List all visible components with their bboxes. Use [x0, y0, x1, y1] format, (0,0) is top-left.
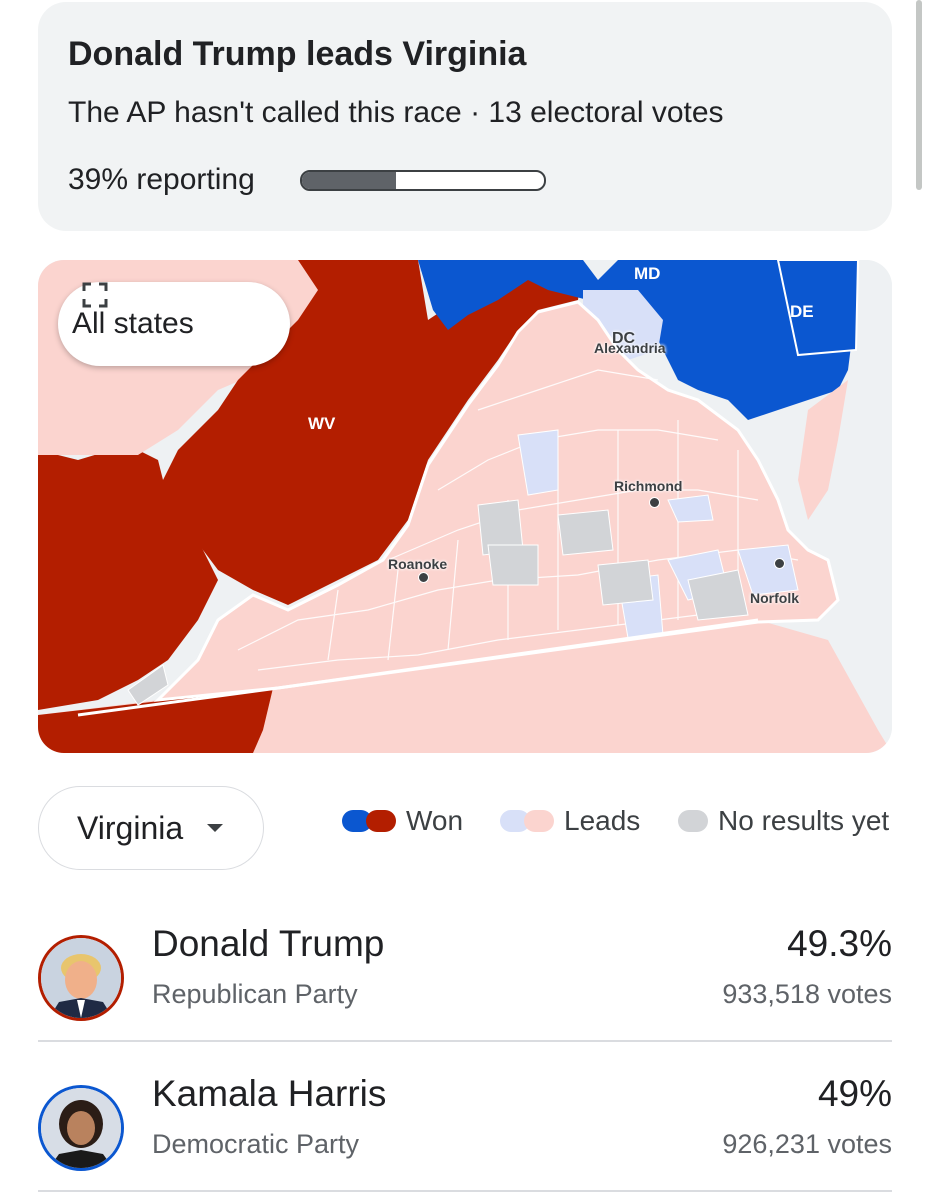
roanoke-marker	[418, 572, 429, 583]
state-label-de: DE	[790, 302, 814, 321]
expand-icon	[82, 282, 108, 308]
won-rep-swatch	[366, 810, 396, 832]
results-map[interactable]: All states WV MD DE DC Alexandria Richmo…	[38, 260, 892, 753]
race-summary-card: Donald Trump leads Virginia The AP hasn'…	[38, 2, 892, 231]
all-states-label: All states	[72, 307, 194, 340]
reporting-progress-bar	[300, 170, 546, 191]
leads-rep-swatch	[524, 810, 554, 832]
race-title: Donald Trump leads Virginia	[68, 35, 527, 73]
chevron-down-icon	[207, 824, 224, 832]
state-selector-value: Virginia	[77, 809, 184, 846]
legend-no-results: No results yet	[678, 805, 890, 836]
no-results-swatch	[678, 810, 708, 832]
avatar	[38, 1085, 124, 1171]
candidate-row-harris[interactable]: Kamala Harris Democratic Party 49% 926,2…	[38, 1073, 892, 1193]
candidate-name: Kamala Harris	[152, 1073, 387, 1114]
candidate-portrait-icon	[41, 938, 121, 1018]
candidate-portrait-icon	[41, 1088, 121, 1168]
candidate-row-trump[interactable]: Donald Trump Republican Party 49.3% 933,…	[38, 923, 892, 1043]
all-states-button[interactable]: All states	[58, 282, 290, 366]
city-label-alexandria: Alexandria	[594, 340, 666, 356]
legend-no-results-label: No results yet	[718, 805, 890, 836]
candidate-percent: 49%	[817, 1073, 892, 1114]
legend-leads: Leads	[500, 805, 641, 836]
state-label-md: MD	[634, 264, 661, 283]
state-selector[interactable]: Virginia	[38, 786, 264, 870]
state-label-wv: WV	[308, 414, 336, 433]
avatar	[38, 935, 124, 1021]
city-label-norfolk: Norfolk	[750, 590, 799, 606]
candidate-votes: 926,231 votes	[722, 1129, 892, 1159]
reporting-label: 39% reporting	[68, 163, 255, 196]
divider	[38, 1040, 892, 1042]
divider	[38, 1190, 892, 1192]
richmond-marker	[649, 497, 660, 508]
candidate-party: Democratic Party	[152, 1129, 360, 1159]
legend-won-label: Won	[406, 805, 464, 836]
candidate-percent: 49.3%	[787, 923, 892, 964]
legend-leads-label: Leads	[564, 805, 641, 836]
city-label-roanoke: Roanoke	[388, 556, 448, 572]
legend-won: Won	[342, 805, 464, 836]
candidate-votes: 933,518 votes	[722, 979, 892, 1009]
page-scrollbar[interactable]	[916, 0, 922, 190]
norfolk-marker	[774, 558, 785, 569]
candidate-name: Donald Trump	[152, 923, 385, 964]
race-status: The AP hasn't called this race · 13 elec…	[68, 96, 724, 129]
reporting-progress-fill	[302, 172, 397, 189]
city-label-richmond: Richmond	[614, 478, 683, 494]
candidate-party: Republican Party	[152, 979, 358, 1009]
